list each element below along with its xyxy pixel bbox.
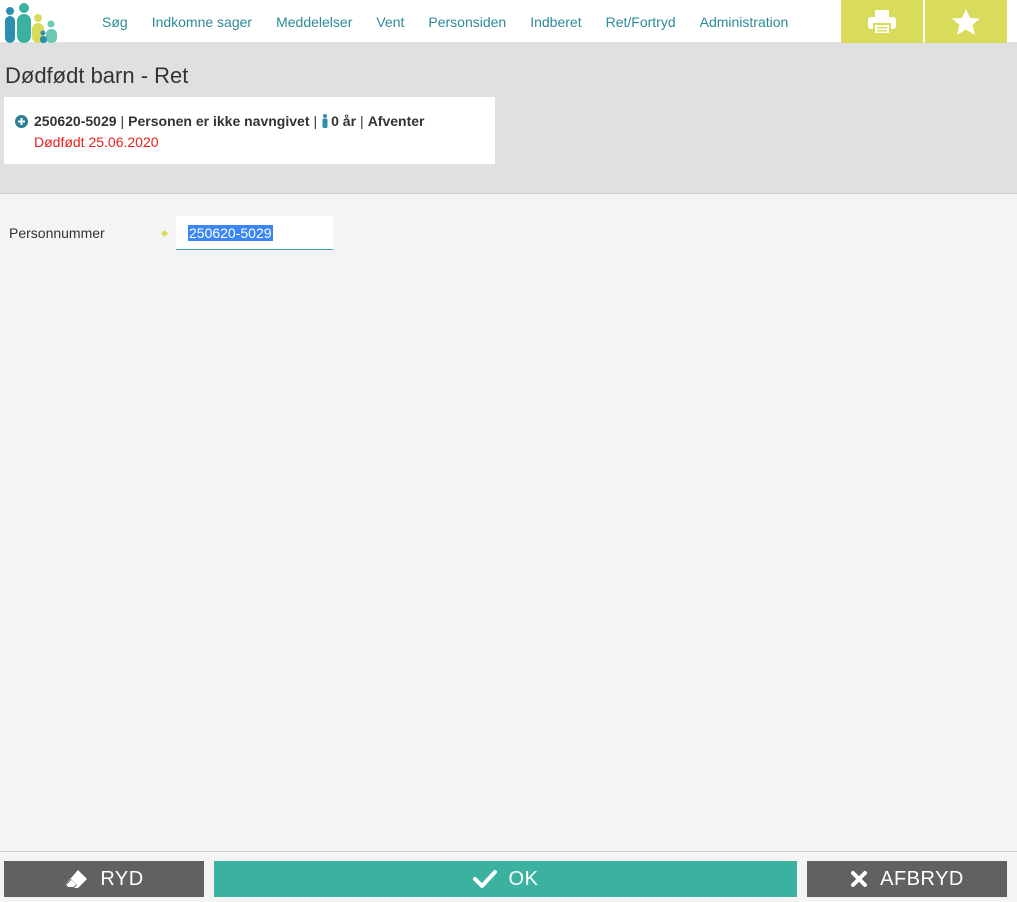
person-name: Personen er ikke navngivet [128,113,310,129]
nav-item-administration[interactable]: Administration [700,14,789,30]
personnummer-input-value[interactable]: 250620-5029 [188,225,273,241]
nav-item-indberet[interactable]: Indberet [530,14,581,30]
family-logo-icon[interactable] [3,2,61,43]
expand-plus-icon[interactable] [15,114,28,128]
person-age: 0 år [331,113,357,129]
cancel-button-label: AFBRYD [880,867,964,890]
person-summary-line: 250620-5029 | Personen er ikke navngivet… [15,113,424,129]
ok-button-label: OK [508,867,539,890]
person-status: Afventer [367,113,425,129]
clear-button[interactable]: RYD [4,861,204,897]
personnummer-input[interactable]: 250620-5029 [176,216,333,250]
cancel-button[interactable]: AFBRYD [807,861,1007,897]
separator: | [360,113,364,129]
star-icon [952,8,980,35]
favorite-button[interactable] [925,0,1007,43]
separator: | [313,113,318,129]
nav-item-indkomne-sager[interactable]: Indkomne sager [152,14,252,30]
personnummer-label: Personnummer [9,225,105,241]
page-header: Dødfødt barn - Ret 250620-5029 | Persone… [0,43,1017,194]
person-summary-card: 250620-5029 | Personen er ikke navngivet… [4,97,495,164]
nav-item-soeg[interactable]: Søg [102,14,128,30]
ok-button[interactable]: OK [214,861,797,897]
main-menu: Søg Indkomne sager Meddelelser Vent Pers… [90,0,800,43]
close-icon [851,871,868,887]
required-marker-icon [161,230,168,237]
death-note: Dødfødt 25.06.2020 [34,134,159,150]
nav-item-personsiden[interactable]: Personsiden [428,14,506,30]
clear-button-label: RYD [100,867,144,890]
eraser-icon [65,870,88,888]
top-navigation-bar: Søg Indkomne sager Meddelelser Vent Pers… [0,0,1017,43]
nav-item-vent[interactable]: Vent [376,14,404,30]
separator: | [120,113,125,129]
person-cpr: 250620-5029 [34,113,117,129]
page-title: Dødfødt barn - Ret [5,63,189,88]
person-icon [322,114,328,128]
action-bar: RYD OK AFBRYD [0,851,1017,902]
nav-item-ret-fortryd[interactable]: Ret/Fortryd [606,14,676,30]
nav-item-meddelelser[interactable]: Meddelelser [276,14,352,30]
print-button[interactable] [841,0,923,43]
checkmark-icon [472,870,497,888]
print-icon [868,9,896,35]
